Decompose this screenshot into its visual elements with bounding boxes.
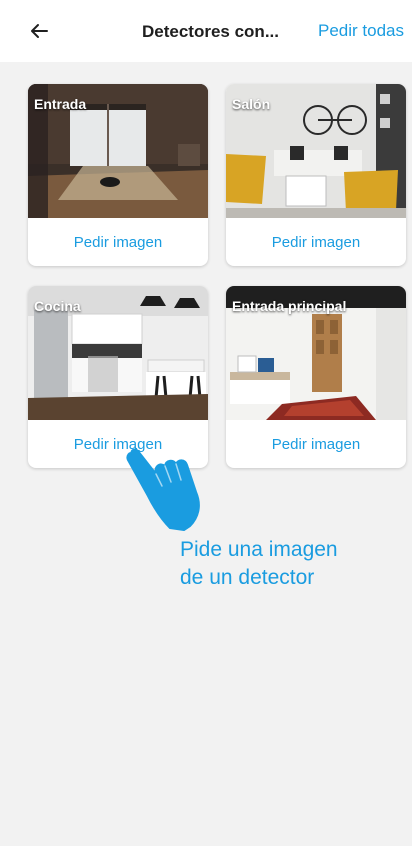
detector-name: Cocina (34, 298, 81, 314)
detector-name: Salón (232, 96, 271, 112)
header-bar: Detectores con... Pedir todas (0, 0, 412, 62)
detector-card-entrada-principal: Entrada principal Pedir imagen (226, 286, 406, 468)
request-all-button[interactable]: Pedir todas (318, 21, 404, 41)
pointing-hand-icon (126, 448, 218, 532)
arrow-left-icon[interactable] (28, 20, 50, 42)
detector-card-cocina: Cocina Pedir imagen (28, 286, 208, 468)
hint-line-2: de un detector (180, 566, 315, 589)
request-image-button[interactable]: Pedir imagen (226, 420, 406, 468)
detector-name: Entrada (34, 96, 87, 112)
detector-card-entrada: Entrada Pedir imagen (28, 84, 208, 266)
detector-name: Entrada principal (232, 298, 347, 314)
request-image-button[interactable]: Pedir imagen (226, 218, 406, 266)
hint-line-1: Pide una imagen (180, 538, 338, 561)
page-title: Detectores con... (142, 22, 279, 41)
detector-card-salon: Salón Pedir imagen (226, 84, 406, 266)
hint-text: Pide una imagen de un detector (180, 536, 338, 592)
request-image-button[interactable]: Pedir imagen (28, 218, 208, 266)
